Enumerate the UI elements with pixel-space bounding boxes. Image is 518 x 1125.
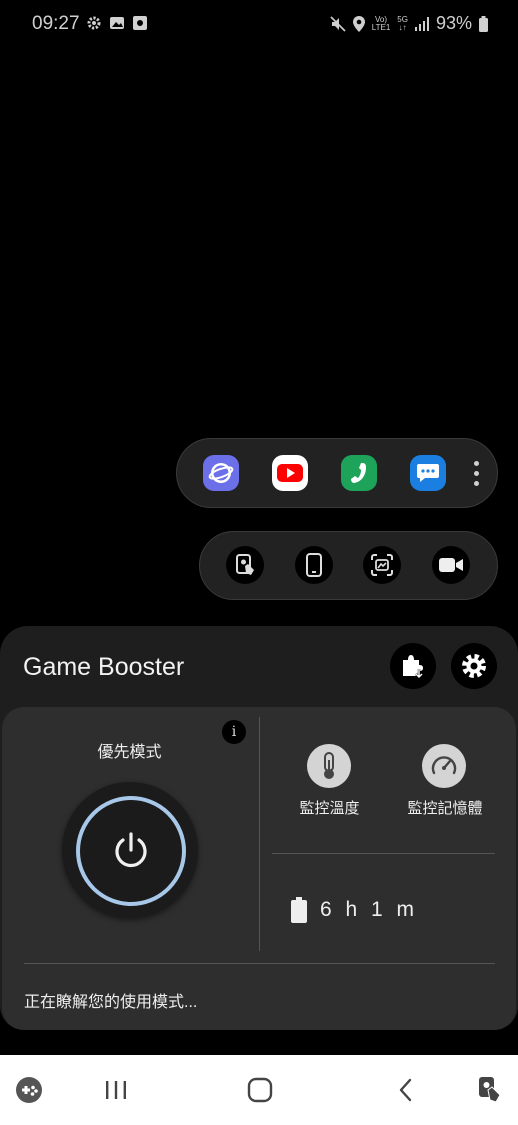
- internet-icon[interactable]: [203, 455, 239, 491]
- status-bar: 09:27 Vo) LTE1 5G ↓↑ 93%: [0, 0, 518, 50]
- location-icon: [352, 15, 365, 32]
- learning-status-text: 正在瞭解您的使用模式...: [24, 994, 198, 1011]
- youtube-icon[interactable]: [272, 455, 308, 491]
- screen-orientation-icon[interactable]: [295, 546, 333, 584]
- game-booster-panel: Game Booster i 優先模式 監控溫度 監控記憶體 6 h 1 m 正…: [0, 626, 518, 1030]
- volte-bottom: LTE1: [371, 22, 391, 32]
- page-title: Game Booster: [23, 653, 185, 681]
- monitor-memory-button[interactable]: [422, 744, 466, 788]
- vertical-divider: [259, 717, 260, 951]
- power-icon: [115, 832, 147, 868]
- monitor-temperature-button[interactable]: [307, 744, 351, 788]
- status-left-icons: [86, 15, 148, 31]
- settings-gear-icon: [87, 16, 101, 30]
- network-arrows: ↓↑: [398, 22, 407, 32]
- battery-time: 6 h 1 m: [320, 898, 419, 921]
- more-options-icon[interactable]: [473, 461, 479, 486]
- right-divider: [272, 853, 495, 854]
- monitor-temperature-label: 監控溫度: [299, 800, 360, 817]
- gear-icon: [462, 654, 486, 678]
- floating-apps-panel: [176, 438, 498, 508]
- network-indicator: 5G ↓↑: [397, 15, 408, 32]
- game-plugins-button[interactable]: [390, 643, 436, 689]
- power-ring: [76, 796, 186, 906]
- home-button[interactable]: [243, 1073, 277, 1107]
- signal-icon: [414, 16, 429, 31]
- priority-mode-toggle[interactable]: [62, 782, 198, 918]
- thermometer-icon: [324, 752, 334, 779]
- info-button[interactable]: i: [222, 720, 246, 744]
- recent-apps-icon: [106, 1081, 126, 1099]
- battery-icon: [291, 897, 307, 923]
- phone-icon[interactable]: [341, 455, 377, 491]
- battery-icon: [479, 15, 488, 32]
- puzzle-download-icon: [403, 655, 423, 679]
- home-icon: [247, 1077, 273, 1103]
- record-icon[interactable]: [432, 546, 470, 584]
- navigation-bar: [0, 1055, 518, 1125]
- quick-tools-panel: [199, 531, 498, 600]
- speedometer-icon: [431, 756, 457, 775]
- status-time: 09:27: [32, 13, 80, 34]
- battery-percent: 93%: [435, 13, 472, 33]
- booster-card: i 優先模式 監控溫度 監控記憶體 6 h 1 m 正在瞭解您的使用模式...: [2, 707, 516, 1030]
- volte-indicator: Vo) LTE1: [371, 15, 391, 32]
- back-button[interactable]: [390, 1073, 422, 1107]
- screenshot-icon[interactable]: [363, 546, 401, 584]
- gallery-icon: [110, 17, 124, 29]
- game-booster-nav-button[interactable]: [12, 1073, 46, 1107]
- status-right-icons: Vo) LTE1 5G ↓↑ 93%: [330, 13, 488, 34]
- bottom-divider: [24, 963, 495, 964]
- touch-lock-icon[interactable]: [226, 546, 264, 584]
- touch-lock-icon: [479, 1077, 501, 1103]
- messages-icon[interactable]: [410, 455, 446, 491]
- info-icon: i: [231, 724, 237, 740]
- recent-apps-button[interactable]: [100, 1073, 132, 1107]
- settings-button[interactable]: [451, 643, 497, 689]
- gamepad-icon: [16, 1077, 42, 1103]
- priority-mode-label: 優先模式: [97, 744, 162, 761]
- mute-icon: [330, 15, 346, 32]
- touch-lock-nav-button[interactable]: [472, 1073, 506, 1107]
- battery-remaining: 6 h 1 m: [290, 897, 418, 923]
- screen-record-icon: [133, 16, 147, 30]
- monitor-memory-label: 監控記憶體: [407, 800, 483, 817]
- back-icon: [399, 1078, 412, 1102]
